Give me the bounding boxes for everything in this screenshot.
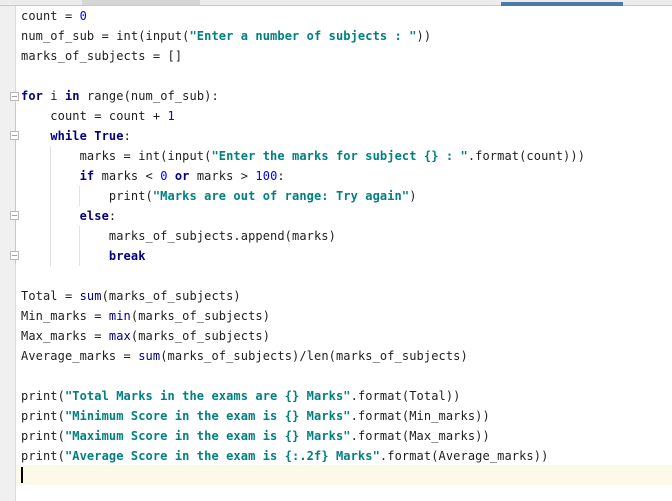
token: Max_marks = — [21, 329, 109, 343]
token: .format(Average_marks)) — [379, 449, 549, 463]
current-line-highlight — [16, 465, 672, 485]
code-line[interactable]: while True: — [21, 126, 131, 146]
token: count = — [21, 9, 80, 23]
token-str: "Total Marks in the exams are {} Marks" — [64, 389, 351, 403]
token: : — [277, 169, 285, 183]
token: print( — [21, 429, 65, 443]
token-kw: break — [108, 249, 146, 263]
code-line[interactable]: marks_of_subjects.append(marks) — [21, 226, 336, 246]
token-kw: or — [174, 169, 190, 183]
token-str: "Enter a number of subjects : " — [189, 29, 417, 43]
code-line[interactable]: if marks < 0 or marks > 100: — [21, 166, 285, 186]
code-line[interactable]: num_of_sub = int(input("Enter a number o… — [21, 26, 431, 46]
token: print( — [21, 409, 65, 423]
token: i — [42, 89, 65, 103]
token-num: 0 — [79, 9, 87, 23]
token: print( — [21, 189, 153, 203]
token-kw: if — [79, 169, 95, 183]
code-line[interactable]: else: — [21, 206, 117, 226]
code-line[interactable]: count = 0 — [21, 6, 87, 26]
code-line[interactable]: Max_marks = max(marks_of_subjects) — [21, 326, 270, 346]
token: marks < — [94, 169, 161, 183]
code-line[interactable]: Average_marks = sum(marks_of_subjects)/l… — [21, 346, 468, 366]
code-line[interactable]: Total = sum(marks_of_subjects) — [21, 286, 241, 306]
token: print( — [21, 449, 65, 463]
token: marks > — [189, 169, 256, 183]
token-num: 1 — [167, 109, 175, 123]
token: : — [123, 129, 131, 143]
token-bi: min — [108, 309, 131, 323]
token-bi: max — [108, 329, 131, 343]
token: count = count + — [21, 109, 168, 123]
token-str: "Enter the marks for subject {} : " — [211, 149, 468, 163]
code-line[interactable]: marks = int(input("Enter the marks for s… — [21, 146, 585, 166]
token-str: "Average Score in the exam is {:.2f} Mar… — [64, 449, 380, 463]
token: )) — [416, 29, 432, 43]
text-caret — [21, 467, 23, 483]
token-bi: sum — [138, 349, 161, 363]
token-num: 100 — [255, 169, 278, 183]
code-line[interactable]: marks_of_subjects = [] — [21, 46, 182, 66]
fold-end-block-icon[interactable] — [10, 251, 19, 260]
code-line[interactable]: count = count + 1 — [21, 106, 175, 126]
token-kw: for — [21, 89, 43, 103]
token-str: "Marks are out of range: Try again" — [152, 189, 410, 203]
token: .format(Min_marks)) — [350, 409, 490, 423]
code-line[interactable]: print("Average Score in the exam is {:.2… — [21, 446, 548, 466]
token: (marks_of_subjects) — [101, 289, 241, 303]
token: : — [108, 209, 117, 223]
token-kw: True — [94, 129, 124, 143]
token: .format(Max_marks)) — [350, 429, 490, 443]
token: (marks_of_subjects) — [130, 309, 271, 323]
code-line[interactable]: print("Minimum Score in the exam is {} M… — [21, 406, 490, 426]
code-line[interactable]: print("Maximum Score in the exam is {} M… — [21, 426, 490, 446]
token: print( — [21, 389, 65, 403]
editor-tab-bar — [0, 0, 672, 6]
code-line[interactable]: for i in range(num_of_sub): — [21, 86, 219, 106]
editor-tab[interactable] — [82, 0, 200, 5]
token: .format(count))) — [467, 149, 586, 163]
token-kw: while — [50, 129, 87, 143]
fold-for-block-icon[interactable] — [10, 92, 19, 101]
token: Min_marks = — [21, 309, 109, 323]
scroll-position-indicator[interactable] — [501, 2, 623, 6]
token-kw: else — [79, 209, 109, 223]
token-kw: in — [64, 89, 80, 103]
fold-else-block-icon[interactable] — [10, 211, 19, 220]
token: Average_marks = — [21, 349, 139, 363]
token: (marks_of_subjects) — [130, 329, 271, 343]
code-line[interactable]: print("Marks are out of range: Try again… — [21, 186, 417, 206]
token: ) — [409, 189, 417, 203]
token: marks_of_subjects = [] — [21, 49, 183, 63]
code-line[interactable]: Min_marks = min(marks_of_subjects) — [21, 306, 270, 326]
code-line[interactable]: break — [21, 246, 146, 266]
token: num_of_sub = int(input( — [21, 29, 190, 43]
token: (marks_of_subjects)/len(marks_of_subject… — [160, 349, 468, 363]
fold-range-line — [15, 102, 16, 264]
token: .format(Total)) — [350, 389, 461, 403]
token: range(num_of_sub): — [79, 89, 219, 103]
token-str: "Maximum Score in the exam is {} Marks" — [64, 429, 351, 443]
token-bi: sum — [79, 289, 102, 303]
token-str: "Minimum Score in the exam is {} Marks" — [64, 409, 351, 423]
token-num: 0 — [160, 169, 168, 183]
token: Total = — [21, 289, 80, 303]
code-line[interactable]: print("Total Marks in the exams are {} M… — [21, 386, 461, 406]
fold-while-block-icon[interactable] — [10, 131, 19, 140]
token: marks_of_subjects.append(marks) — [21, 229, 336, 243]
token: marks = int(input( — [21, 149, 212, 163]
